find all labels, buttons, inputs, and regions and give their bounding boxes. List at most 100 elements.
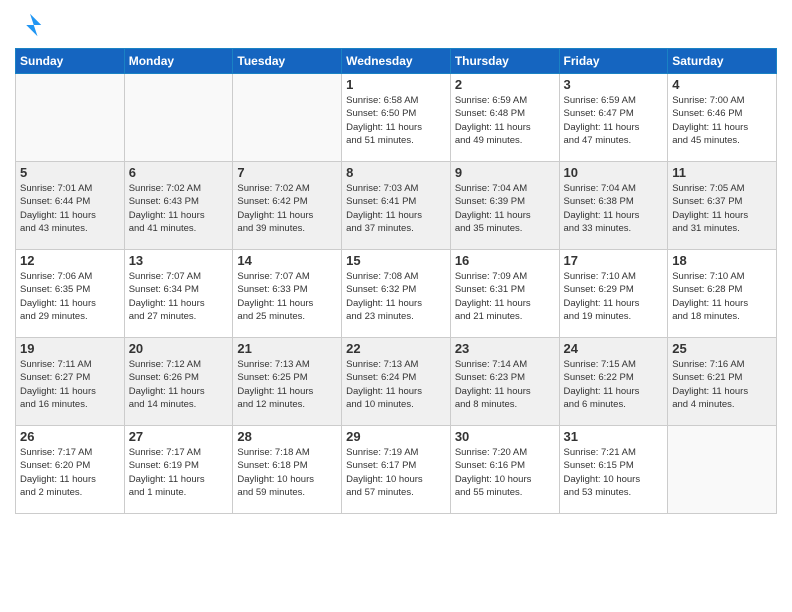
day-number: 1 — [346, 77, 446, 92]
calendar-cell: 17 Sunrise: 7:10 AM Sunset: 6:29 PM Dayli… — [559, 250, 668, 338]
day-number: 22 — [346, 341, 446, 356]
day-number: 2 — [455, 77, 555, 92]
calendar-cell: 24 Sunrise: 7:15 AM Sunset: 6:22 PM Dayli… — [559, 338, 668, 426]
calendar-cell: 22 Sunrise: 7:13 AM Sunset: 6:24 PM Dayli… — [342, 338, 451, 426]
day-info: Sunrise: 7:07 AM Sunset: 6:34 PM Dayligh… — [129, 270, 229, 323]
calendar-cell: 21Sunrise: 7:13 AM Sunset: 6:25 PM Dayli… — [233, 338, 342, 426]
calendar-cell: 15Sunrise: 7:08 AM Sunset: 6:32 PM Dayli… — [342, 250, 451, 338]
day-number: 30 — [455, 429, 555, 444]
day-info: Sunrise: 7:04 AM Sunset: 6:38 PM Dayligh… — [564, 182, 664, 235]
day-number: 12 — [20, 253, 120, 268]
weekday-header-thursday: Thursday — [450, 49, 559, 74]
calendar-week-row: 19 Sunrise: 7:11 AM Sunset: 6:27 PM Dayli… — [16, 338, 777, 426]
calendar-cell — [668, 426, 777, 514]
weekday-header-row: SundayMondayTuesdayWednesdayThursdayFrid… — [16, 49, 777, 74]
calendar-cell — [233, 74, 342, 162]
calendar-cell: 8 Sunrise: 7:03 AM Sunset: 6:41 PM Daylig… — [342, 162, 451, 250]
day-info: Sunrise: 7:19 AM Sunset: 6:17 PM Dayligh… — [346, 446, 446, 499]
day-info: Sunrise: 7:10 AM Sunset: 6:29 PM Dayligh… — [564, 270, 664, 323]
day-number: 28 — [237, 429, 337, 444]
day-number: 15 — [346, 253, 446, 268]
calendar-week-row: 26 Sunrise: 7:17 AM Sunset: 6:20 PM Dayli… — [16, 426, 777, 514]
calendar-cell — [16, 74, 125, 162]
day-info: Sunrise: 7:00 AM Sunset: 6:46 PM Dayligh… — [672, 94, 772, 147]
day-info: Sunrise: 7:20 AM Sunset: 6:16 PM Dayligh… — [455, 446, 555, 499]
calendar-cell: 19 Sunrise: 7:11 AM Sunset: 6:27 PM Dayli… — [16, 338, 125, 426]
calendar-cell: 18 Sunrise: 7:10 AM Sunset: 6:28 PM Dayli… — [668, 250, 777, 338]
calendar-cell: 23 Sunrise: 7:14 AM Sunset: 6:23 PM Dayli… — [450, 338, 559, 426]
calendar-cell: 10 Sunrise: 7:04 AM Sunset: 6:38 PM Dayli… — [559, 162, 668, 250]
day-number: 23 — [455, 341, 555, 356]
day-number: 24 — [564, 341, 664, 356]
day-number: 8 — [346, 165, 446, 180]
day-info: Sunrise: 7:17 AM Sunset: 6:20 PM Dayligh… — [20, 446, 120, 499]
weekday-header-friday: Friday — [559, 49, 668, 74]
day-info: Sunrise: 7:03 AM Sunset: 6:41 PM Dayligh… — [346, 182, 446, 235]
calendar-table: SundayMondayTuesdayWednesdayThursdayFrid… — [15, 48, 777, 514]
calendar-cell: 5Sunrise: 7:01 AM Sunset: 6:44 PM Daylig… — [16, 162, 125, 250]
day-number: 7 — [237, 165, 337, 180]
calendar-cell: 16Sunrise: 7:09 AM Sunset: 6:31 PM Dayli… — [450, 250, 559, 338]
main-container: SundayMondayTuesdayWednesdayThursdayFrid… — [0, 0, 792, 612]
calendar-week-row: 1 Sunrise: 6:58 AM Sunset: 6:50 PM Daylig… — [16, 74, 777, 162]
day-info: Sunrise: 7:07 AM Sunset: 6:33 PM Dayligh… — [237, 270, 337, 323]
day-info: Sunrise: 6:58 AM Sunset: 6:50 PM Dayligh… — [346, 94, 446, 147]
weekday-header-tuesday: Tuesday — [233, 49, 342, 74]
day-info: Sunrise: 7:02 AM Sunset: 6:42 PM Dayligh… — [237, 182, 337, 235]
day-info: Sunrise: 7:12 AM Sunset: 6:26 PM Dayligh… — [129, 358, 229, 411]
day-info: Sunrise: 7:13 AM Sunset: 6:24 PM Dayligh… — [346, 358, 446, 411]
day-number: 6 — [129, 165, 229, 180]
calendar-cell: 4Sunrise: 7:00 AM Sunset: 6:46 PM Daylig… — [668, 74, 777, 162]
calendar-cell: 29 Sunrise: 7:19 AM Sunset: 6:17 PM Dayli… — [342, 426, 451, 514]
day-info: Sunrise: 7:15 AM Sunset: 6:22 PM Dayligh… — [564, 358, 664, 411]
day-number: 11 — [672, 165, 772, 180]
calendar-week-row: 5Sunrise: 7:01 AM Sunset: 6:44 PM Daylig… — [16, 162, 777, 250]
day-number: 19 — [20, 341, 120, 356]
logo-icon — [15, 10, 45, 40]
calendar-cell: 31 Sunrise: 7:21 AM Sunset: 6:15 PM Dayli… — [559, 426, 668, 514]
calendar-cell: 30 Sunrise: 7:20 AM Sunset: 6:16 PM Dayli… — [450, 426, 559, 514]
day-info: Sunrise: 6:59 AM Sunset: 6:48 PM Dayligh… — [455, 94, 555, 147]
weekday-header-saturday: Saturday — [668, 49, 777, 74]
day-number: 18 — [672, 253, 772, 268]
day-number: 29 — [346, 429, 446, 444]
calendar-cell: 7 Sunrise: 7:02 AM Sunset: 6:42 PM Daylig… — [233, 162, 342, 250]
day-number: 25 — [672, 341, 772, 356]
day-info: Sunrise: 7:02 AM Sunset: 6:43 PM Dayligh… — [129, 182, 229, 235]
day-info: Sunrise: 7:11 AM Sunset: 6:27 PM Dayligh… — [20, 358, 120, 411]
day-info: Sunrise: 7:04 AM Sunset: 6:39 PM Dayligh… — [455, 182, 555, 235]
weekday-header-sunday: Sunday — [16, 49, 125, 74]
weekday-header-monday: Monday — [124, 49, 233, 74]
header — [15, 10, 777, 40]
calendar-cell: 20 Sunrise: 7:12 AM Sunset: 6:26 PM Dayli… — [124, 338, 233, 426]
day-number: 3 — [564, 77, 664, 92]
day-info: Sunrise: 6:59 AM Sunset: 6:47 PM Dayligh… — [564, 94, 664, 147]
calendar-cell: 26 Sunrise: 7:17 AM Sunset: 6:20 PM Dayli… — [16, 426, 125, 514]
day-number: 20 — [129, 341, 229, 356]
calendar-week-row: 12 Sunrise: 7:06 AM Sunset: 6:35 PM Dayli… — [16, 250, 777, 338]
calendar-cell: 11Sunrise: 7:05 AM Sunset: 6:37 PM Dayli… — [668, 162, 777, 250]
logo — [15, 10, 49, 40]
day-number: 27 — [129, 429, 229, 444]
calendar-cell: 9Sunrise: 7:04 AM Sunset: 6:39 PM Daylig… — [450, 162, 559, 250]
calendar-cell: 1 Sunrise: 6:58 AM Sunset: 6:50 PM Daylig… — [342, 74, 451, 162]
day-number: 26 — [20, 429, 120, 444]
calendar-cell: 27 Sunrise: 7:17 AM Sunset: 6:19 PM Dayli… — [124, 426, 233, 514]
day-info: Sunrise: 7:17 AM Sunset: 6:19 PM Dayligh… — [129, 446, 229, 499]
day-number: 13 — [129, 253, 229, 268]
day-info: Sunrise: 7:18 AM Sunset: 6:18 PM Dayligh… — [237, 446, 337, 499]
day-number: 31 — [564, 429, 664, 444]
day-info: Sunrise: 7:21 AM Sunset: 6:15 PM Dayligh… — [564, 446, 664, 499]
day-number: 5 — [20, 165, 120, 180]
day-info: Sunrise: 7:06 AM Sunset: 6:35 PM Dayligh… — [20, 270, 120, 323]
day-number: 10 — [564, 165, 664, 180]
calendar-cell: 12 Sunrise: 7:06 AM Sunset: 6:35 PM Dayli… — [16, 250, 125, 338]
calendar-cell: 28 Sunrise: 7:18 AM Sunset: 6:18 PM Dayli… — [233, 426, 342, 514]
calendar-cell: 6 Sunrise: 7:02 AM Sunset: 6:43 PM Daylig… — [124, 162, 233, 250]
day-info: Sunrise: 7:14 AM Sunset: 6:23 PM Dayligh… — [455, 358, 555, 411]
calendar-cell: 14Sunrise: 7:07 AM Sunset: 6:33 PM Dayli… — [233, 250, 342, 338]
calendar-cell: 25Sunrise: 7:16 AM Sunset: 6:21 PM Dayli… — [668, 338, 777, 426]
day-number: 17 — [564, 253, 664, 268]
day-info: Sunrise: 7:10 AM Sunset: 6:28 PM Dayligh… — [672, 270, 772, 323]
day-number: 21 — [237, 341, 337, 356]
